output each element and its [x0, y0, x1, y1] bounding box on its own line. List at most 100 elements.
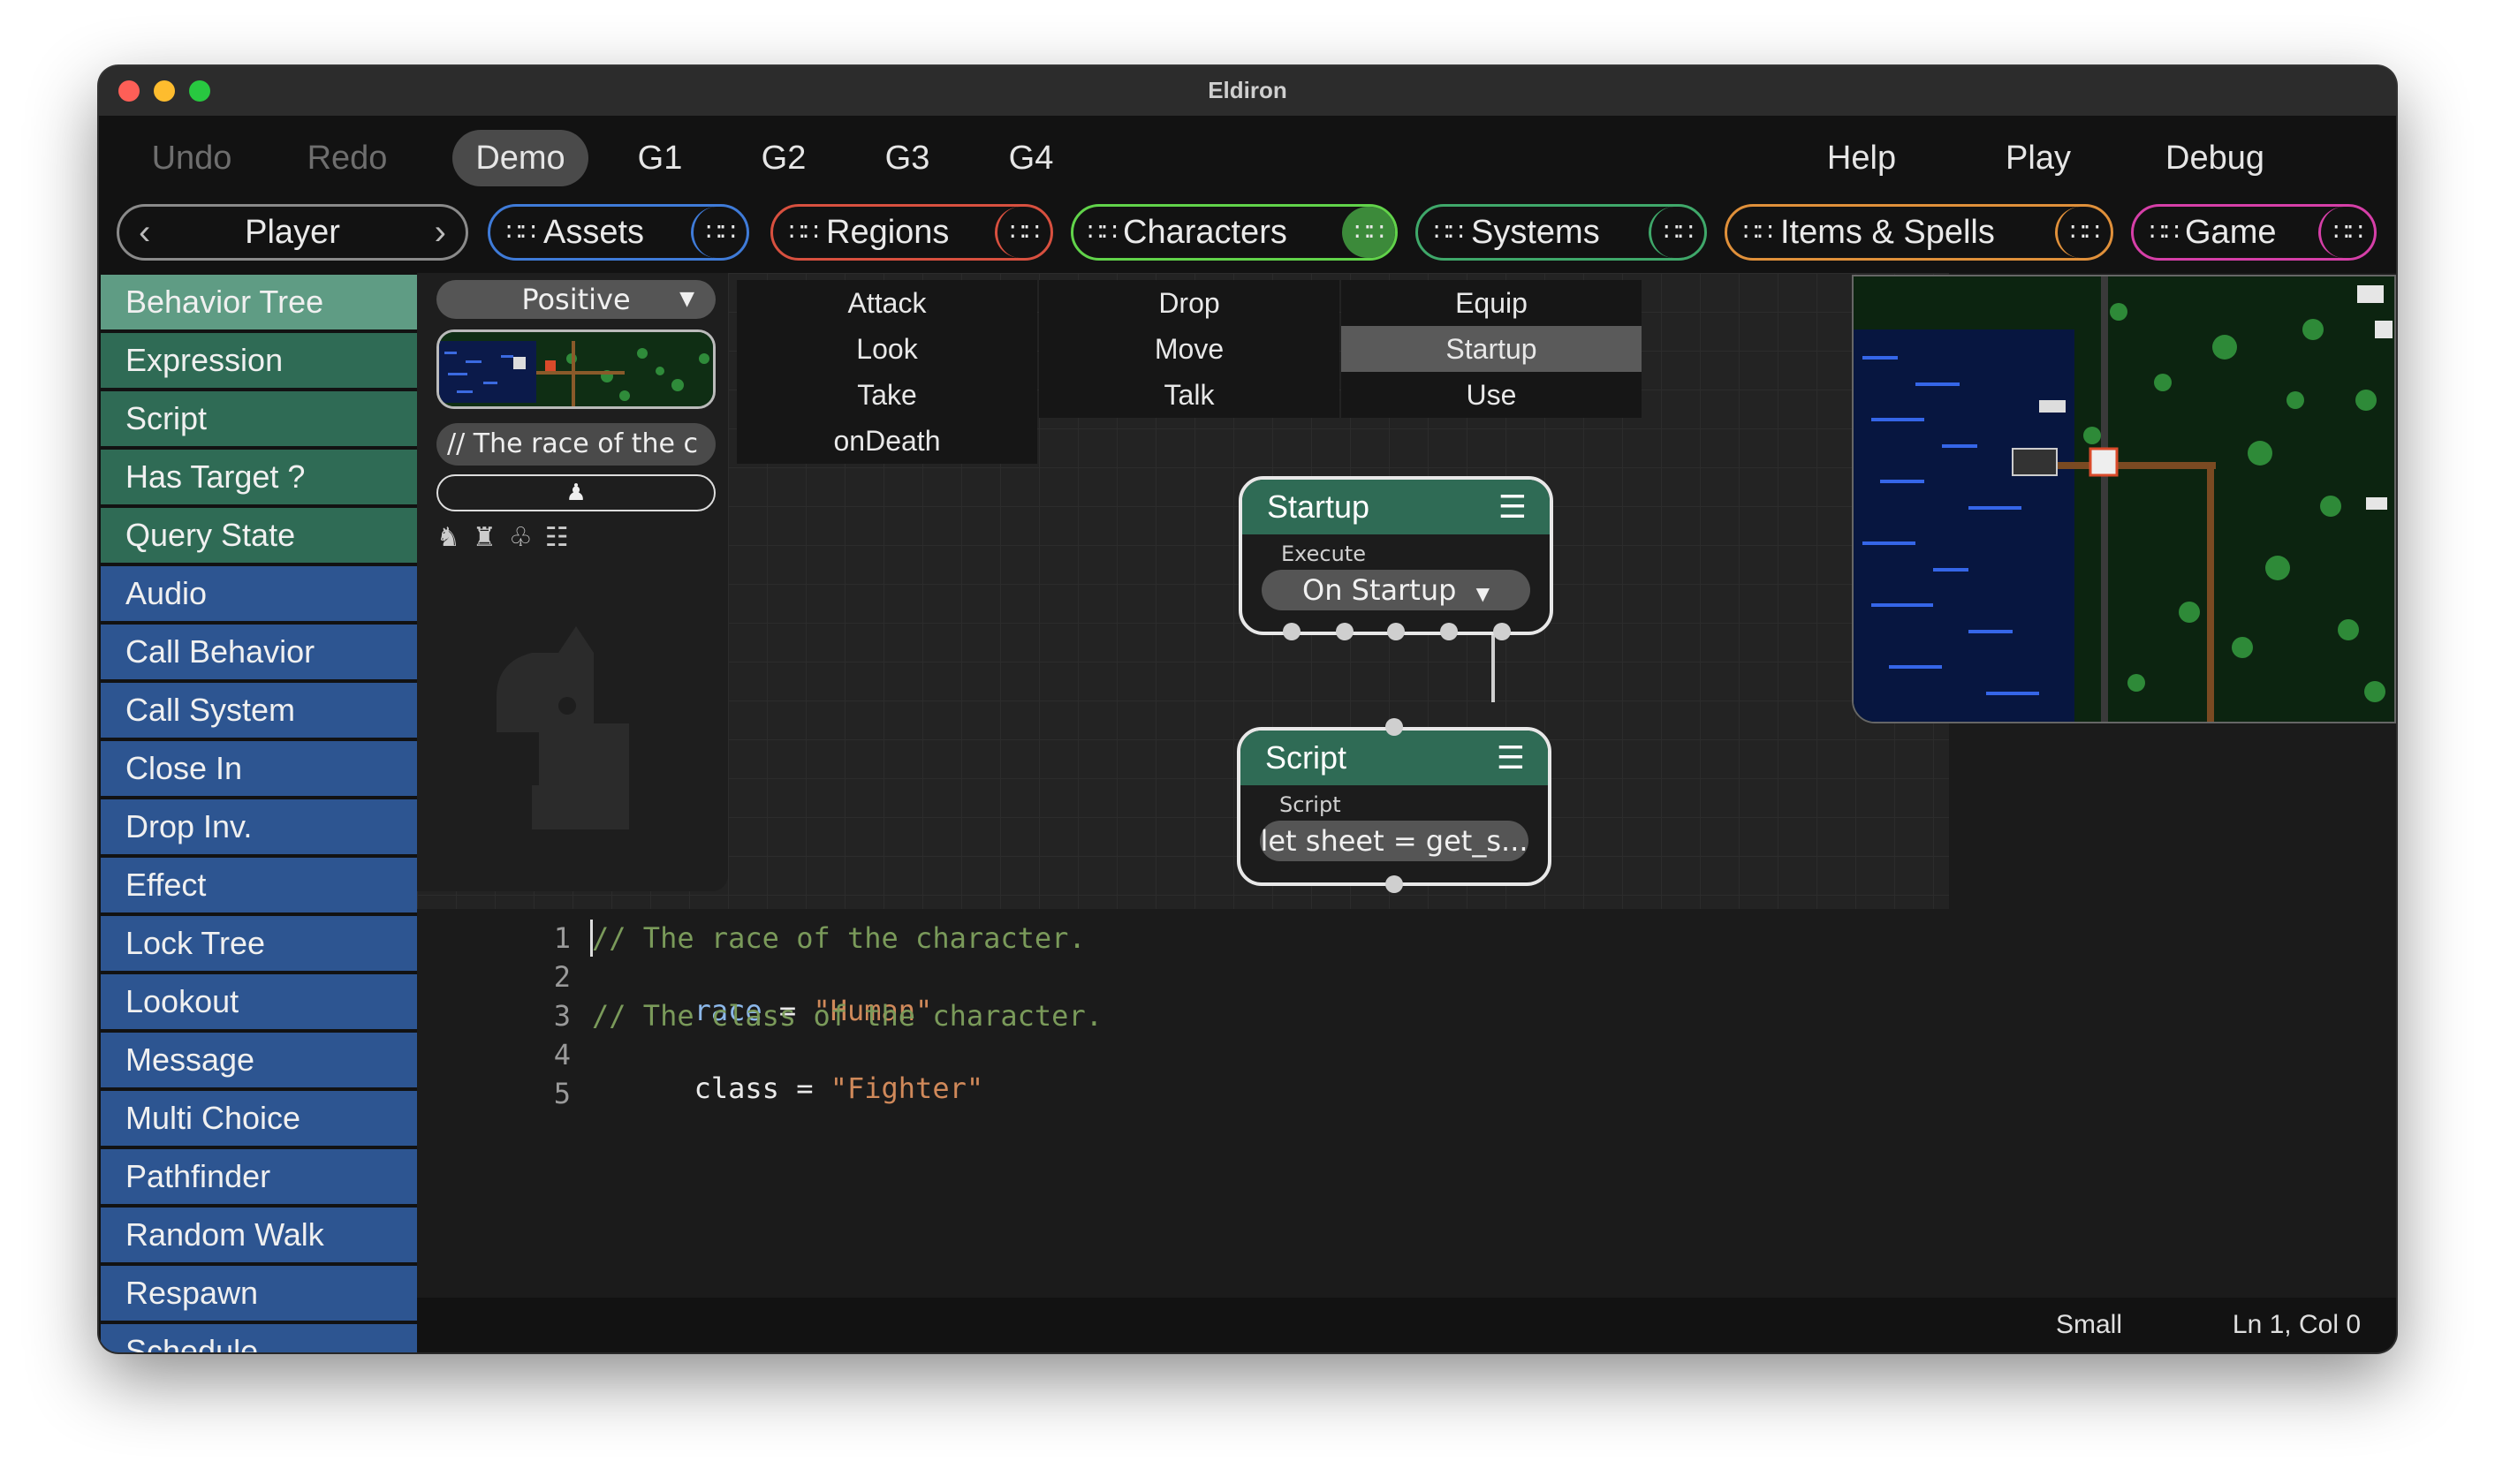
- code-line-3[interactable]: // The class of the character.: [592, 999, 1103, 1033]
- tab-look[interactable]: Look: [737, 326, 1037, 372]
- grid-icon: ∷∷: [789, 218, 819, 246]
- project-g4-button[interactable]: G4: [991, 130, 1071, 186]
- region-thumbnail[interactable]: [436, 329, 716, 409]
- terminal-dot[interactable]: [1385, 718, 1403, 736]
- tab-startup[interactable]: Startup: [1341, 326, 1642, 372]
- startup-trigger-dropdown[interactable]: On Startup ▼: [1262, 570, 1530, 610]
- eldiron-logo-icon: [497, 626, 629, 829]
- node-palette-sidebar: Behavior Tree Expression Script Has Targ…: [99, 273, 417, 1352]
- project-g1-button[interactable]: G1: [620, 130, 700, 186]
- grid-icon: ∷∷: [2150, 218, 2180, 246]
- description-preview[interactable]: // The race of the c: [436, 423, 716, 466]
- redo-button[interactable]: Redo: [281, 130, 413, 186]
- sidebar-item-lookout[interactable]: Lookout: [101, 974, 417, 1029]
- player-selector[interactable]: ‹ Player ›: [117, 204, 468, 261]
- tab-attack[interactable]: Attack: [737, 280, 1037, 326]
- sidebar-item-schedule[interactable]: Schedule: [101, 1324, 417, 1352]
- startup-node-header[interactable]: Startup ☰: [1242, 480, 1550, 534]
- sidebar-item-script[interactable]: Script: [101, 391, 417, 446]
- sidebar-item-lock-tree[interactable]: Lock Tree: [101, 916, 417, 971]
- grid-icon: ∷∷: [506, 218, 536, 246]
- items-spells-grid-button[interactable]: ∷∷: [2055, 207, 2111, 258]
- project-g2-button[interactable]: G2: [744, 130, 823, 186]
- game-tab[interactable]: ∷∷ Game ∷∷: [2131, 204, 2377, 261]
- project-demo-button[interactable]: Demo: [452, 130, 588, 186]
- sidebar-item-effect[interactable]: Effect: [101, 858, 417, 912]
- characters-tab[interactable]: ∷∷ Characters ∷∷: [1071, 204, 1398, 261]
- sidebar-item-has-target[interactable]: Has Target ?: [101, 450, 417, 504]
- chevron-right-icon[interactable]: ›: [435, 207, 446, 258]
- terminal-dot[interactable]: [1283, 623, 1301, 640]
- items-spells-label: Items & Spells: [1780, 214, 1995, 251]
- character-tile-selector[interactable]: ♟: [436, 474, 716, 511]
- systems-tab[interactable]: ∷∷ Systems ∷∷: [1415, 204, 1707, 261]
- tab-equip[interactable]: Equip: [1341, 280, 1642, 326]
- editor-font-size[interactable]: Small: [2056, 1310, 2122, 1340]
- tab-take[interactable]: Take: [737, 372, 1037, 418]
- items-spells-tab[interactable]: ∷∷ Items & Spells ∷∷: [1725, 204, 2113, 261]
- code-line-1[interactable]: // The race of the character.: [592, 921, 1086, 955]
- app-window: Eldiron Undo Redo Demo G1 G2 G3 G4 Help …: [99, 66, 2396, 1352]
- sidebar-item-message[interactable]: Message: [101, 1033, 417, 1087]
- grid-icon: ∷∷: [1434, 218, 1464, 246]
- sidebar-item-pathfinder[interactable]: Pathfinder: [101, 1149, 417, 1204]
- animal-icon[interactable]: ♞: [436, 522, 473, 553]
- bag-icon[interactable]: ♧: [509, 522, 545, 553]
- dropdown-value: Positive: [521, 283, 631, 316]
- grid-icon: ∷∷: [1743, 218, 1773, 246]
- sidebar-item-query-state[interactable]: Query State: [101, 508, 417, 563]
- terminal-dot[interactable]: [1493, 623, 1511, 640]
- helmet-icon[interactable]: ♜: [473, 522, 509, 553]
- status-bar: Small Ln 1, Col 0: [417, 1298, 2396, 1352]
- startup-node-title: Startup: [1267, 488, 1370, 525]
- tab-ondeath[interactable]: onDeath: [737, 418, 1037, 464]
- game-label: Game: [2185, 214, 2277, 251]
- sidebar-item-behavior-tree[interactable]: Behavior Tree: [101, 275, 417, 329]
- terminal-dot[interactable]: [1387, 623, 1405, 640]
- hamburger-menu-icon[interactable]: ☰: [1498, 480, 1527, 534]
- sidebar-item-respawn[interactable]: Respawn: [101, 1266, 417, 1321]
- startup-node[interactable]: Startup ☰ Execute On Startup ▼: [1239, 476, 1553, 635]
- assets-grid-button[interactable]: ∷∷: [691, 207, 747, 258]
- systems-grid-button[interactable]: ∷∷: [1649, 207, 1704, 258]
- menu-bar: Undo Redo Demo G1 G2 G3 G4 Help Play Deb…: [99, 116, 2396, 195]
- code-line-4[interactable]: class = "Fighter": [592, 1038, 984, 1139]
- sidebar-item-drop-inv[interactable]: Drop Inv.: [101, 799, 417, 854]
- tab-talk[interactable]: Talk: [1039, 372, 1339, 418]
- play-button[interactable]: Play: [1972, 130, 2104, 186]
- sidebar-item-audio[interactable]: Audio: [101, 566, 417, 621]
- sidebar-item-expression[interactable]: Expression: [101, 333, 417, 388]
- regions-grid-button[interactable]: ∷∷: [995, 207, 1050, 258]
- undo-button[interactable]: Undo: [125, 130, 258, 186]
- tab-drop[interactable]: Drop: [1039, 280, 1339, 326]
- terminal-dot[interactable]: [1336, 623, 1354, 640]
- terminal-dot[interactable]: [1385, 875, 1403, 893]
- region-map-preview[interactable]: [1852, 275, 2396, 723]
- tab-move[interactable]: Move: [1039, 326, 1339, 372]
- assets-tab[interactable]: ∷∷ Assets ∷∷: [488, 204, 749, 261]
- code-editor[interactable]: 1 // The race of the character. 2 race =…: [417, 909, 2396, 1298]
- sidebar-item-random-walk[interactable]: Random Walk: [101, 1208, 417, 1262]
- scroll-icon[interactable]: ☷: [545, 522, 581, 553]
- line-number: 5: [553, 1077, 571, 1110]
- tile-icons-row: ♞♜♧☷: [436, 522, 581, 553]
- regions-tab[interactable]: ∷∷ Regions ∷∷: [770, 204, 1053, 261]
- region-thumbnail-image: [439, 332, 713, 406]
- line-number: 3: [553, 999, 571, 1033]
- tab-use[interactable]: Use: [1341, 372, 1642, 418]
- polarity-dropdown[interactable]: Positive ▼: [436, 280, 716, 319]
- project-g3-button[interactable]: G3: [868, 130, 947, 186]
- sidebar-item-call-behavior[interactable]: Call Behavior: [101, 625, 417, 679]
- game-grid-button[interactable]: ∷∷: [2318, 207, 2374, 258]
- sidebar-item-call-system[interactable]: Call System: [101, 683, 417, 738]
- terminal-dot[interactable]: [1440, 623, 1458, 640]
- characters-grid-button[interactable]: ∷∷: [1342, 207, 1395, 258]
- sidebar-item-multi-choice[interactable]: Multi Choice: [101, 1091, 417, 1146]
- character-sprite-icon: ♟: [565, 480, 587, 506]
- code-keyword: class: [694, 1071, 779, 1105]
- regions-label: Regions: [826, 214, 950, 251]
- debug-button[interactable]: Debug: [2131, 130, 2299, 186]
- sidebar-item-close-in[interactable]: Close In: [101, 741, 417, 796]
- startup-node-sublabel: Execute: [1281, 541, 1366, 566]
- help-button[interactable]: Help: [1795, 130, 1928, 186]
